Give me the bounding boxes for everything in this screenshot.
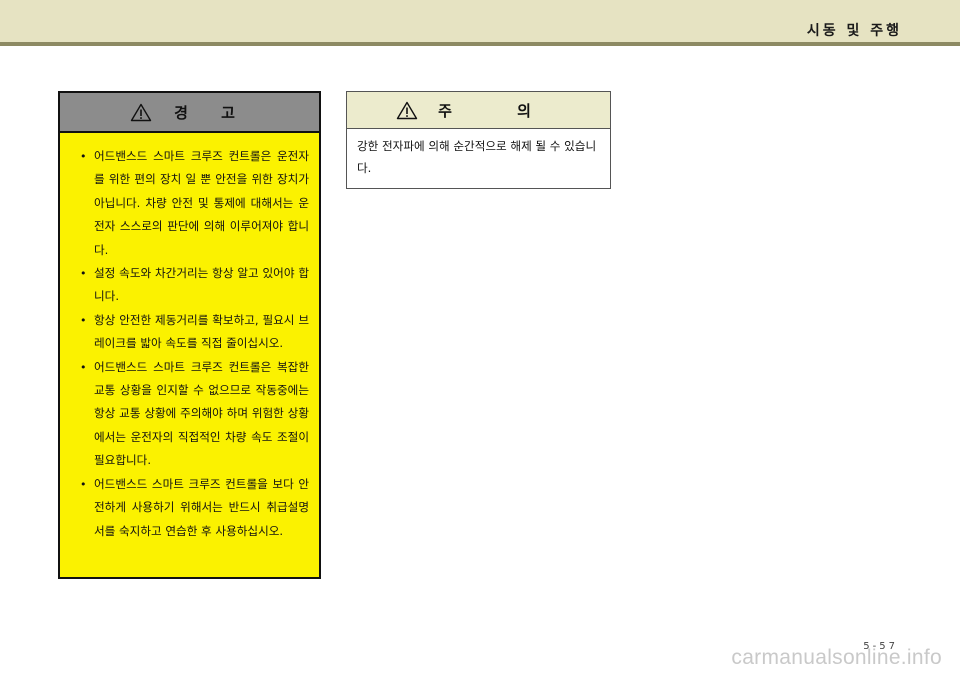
header-divider xyxy=(0,42,960,46)
warning-item: 어드밴스드 스마트 크루즈 컨트롤은 운전자를 위한 편의 장치 일 뿐 안전을… xyxy=(80,145,309,262)
section-title: 시동 및 주행 xyxy=(806,23,902,39)
caution-text: 강한 전자파에 의해 순간적으로 해제 될 수 있습니다. xyxy=(357,139,597,175)
warning-box: 경 고 어드밴스드 스마트 크루즈 컨트롤은 운전자를 위한 편의 장치 일 뿐… xyxy=(58,91,321,579)
warning-triangle-icon xyxy=(396,101,418,120)
warning-item: 어드밴스드 스마트 크루즈 컨트롤은 복잡한 교통 상황을 인지할 수 없으므로… xyxy=(80,356,309,473)
warning-item: 설정 속도와 차간거리는 항상 알고 있어야 합니다. xyxy=(80,262,309,309)
caution-title: 주 의 xyxy=(438,101,561,120)
warning-item: 항상 안전한 제동거리를 확보하고, 필요시 브레이크를 밟아 속도를 직접 줄… xyxy=(80,309,309,356)
watermark: carmanualsonline.info xyxy=(731,646,942,669)
warning-triangle-icon xyxy=(130,103,152,122)
warning-item: 어드밴스드 스마트 크루즈 컨트롤을 보다 안전하게 사용하기 위해서는 반드시… xyxy=(80,473,309,543)
caution-box: 주 의 강한 전자파에 의해 순간적으로 해제 될 수 있습니다. xyxy=(346,91,611,189)
warning-header: 경 고 xyxy=(60,93,319,133)
warning-list: 어드밴스드 스마트 크루즈 컨트롤은 운전자를 위한 편의 장치 일 뿐 안전을… xyxy=(60,133,319,543)
warning-title: 경 고 xyxy=(174,103,249,122)
caution-header: 주 의 xyxy=(347,92,610,129)
